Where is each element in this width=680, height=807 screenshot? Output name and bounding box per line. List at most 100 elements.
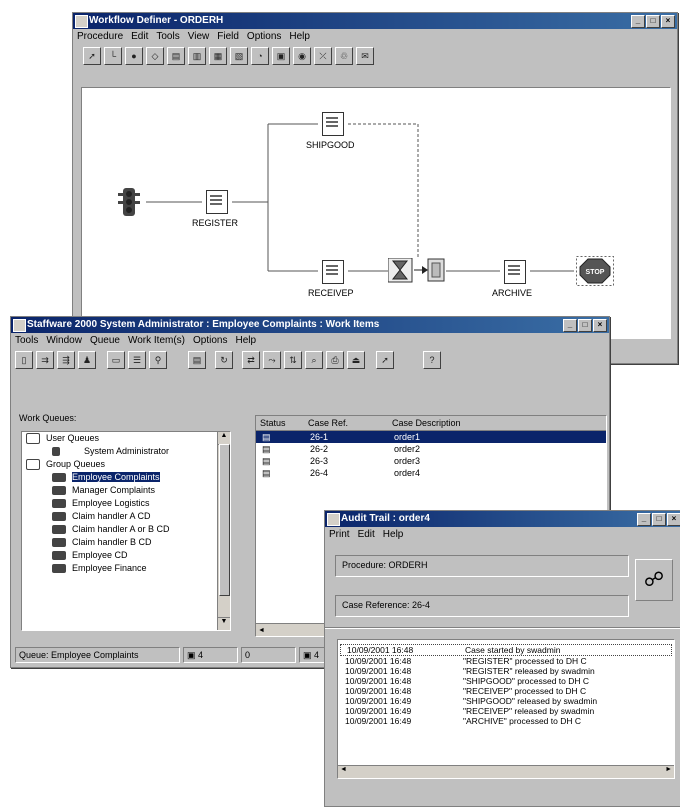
start-traffic-light-icon[interactable]	[118, 188, 140, 216]
audit-title-bar[interactable]: Audit Trail : order4 _ □ ×	[325, 511, 680, 527]
log-row[interactable]: 10/09/2001 16:48 "SHIPGOOD" processed to …	[338, 676, 674, 686]
menu-help[interactable]: Help	[289, 29, 310, 44]
menu-work-items[interactable]: Work Item(s)	[128, 333, 185, 348]
table-row[interactable]: ▤ 26-1 order1	[256, 431, 606, 443]
email-tool-icon[interactable]: ✉	[356, 47, 374, 65]
sort-icon[interactable]: ⇅	[284, 351, 302, 369]
condition-tool-icon[interactable]: ◇	[146, 47, 164, 65]
filter-icon[interactable]: ⚲	[149, 351, 167, 369]
col-case-ref[interactable]: Case Ref.	[308, 416, 392, 430]
wait-hourglass-icon[interactable]	[387, 257, 446, 284]
shipgood-step-icon[interactable]	[322, 112, 344, 136]
menu-tools[interactable]: Tools	[15, 333, 38, 348]
help-icon[interactable]: ?	[423, 351, 441, 369]
table-row[interactable]: ▤ 26-3 order3	[256, 455, 606, 467]
audit-minimize-button[interactable]: _	[637, 513, 651, 526]
tree-group-item[interactable]: Claim handler A CD	[22, 510, 230, 523]
maximize-button[interactable]: □	[646, 15, 660, 28]
stop-tool-icon[interactable]: ◉	[293, 47, 311, 65]
tree-user-queues[interactable]: User Queues	[22, 432, 230, 445]
log-row[interactable]: 10/09/2001 16:48 "REGISTER" processed to …	[338, 656, 674, 666]
col-status[interactable]: Status	[256, 416, 308, 430]
tree-group-queues[interactable]: Group Queues	[22, 458, 230, 471]
tree-group-item[interactable]: Employee CD	[22, 549, 230, 562]
exit-icon[interactable]: ⏏	[347, 351, 365, 369]
start-tool-icon[interactable]: ●	[125, 47, 143, 65]
table-row[interactable]: ▤ 26-2 order2	[256, 443, 606, 455]
audit-maximize-button[interactable]: □	[652, 513, 666, 526]
find-icon[interactable]: ⌕	[305, 351, 323, 369]
link-tool-icon[interactable]: └	[104, 47, 122, 65]
scroll-down-icon[interactable]: ▼	[218, 617, 230, 630]
log-row[interactable]: 10/09/2001 16:48 "REGISTER" released by s…	[338, 666, 674, 676]
scroll-right-icon[interactable]: ►	[665, 766, 672, 773]
menu-edit[interactable]: Edit	[131, 29, 148, 44]
menu-procedure[interactable]: Procedure	[77, 29, 123, 44]
router-tool-icon[interactable]: ⤫	[314, 47, 332, 65]
menu-tools[interactable]: Tools	[156, 29, 179, 44]
move-icon[interactable]: ⇄	[242, 351, 260, 369]
audit-log-list[interactable]: 10/09/2001 16:48 Case started by swadmin …	[337, 639, 675, 779]
release-icon[interactable]: ⇶	[57, 351, 75, 369]
wait-tool-icon[interactable]: ◔	[251, 47, 269, 65]
log-row[interactable]: 10/09/2001 16:48 "RECEIVEP" processed to …	[338, 686, 674, 696]
tree-group-item[interactable]: Employee Logistics	[22, 497, 230, 510]
tree-group-item[interactable]: Claim handler B CD	[22, 536, 230, 549]
eai-tool-icon[interactable]: ♲	[335, 47, 353, 65]
minimize-button[interactable]: _	[631, 15, 645, 28]
print-icon[interactable]: ⎙	[326, 351, 344, 369]
receivep-step-icon[interactable]	[322, 260, 344, 284]
register-step-icon[interactable]	[206, 190, 228, 214]
step-tool-icon[interactable]: ▤	[167, 47, 185, 65]
menu-print[interactable]: Print	[329, 527, 350, 542]
tree-group-item[interactable]: Employee Complaints	[22, 471, 230, 484]
admin-title-bar[interactable]: Staffware 2000 System Administrator : Em…	[11, 317, 609, 333]
archive-step-icon[interactable]	[504, 260, 526, 284]
queue-icon[interactable]: ▤	[188, 351, 206, 369]
tree-scrollbar[interactable]: ▲ ▼	[217, 432, 230, 630]
admin-close-button[interactable]: ×	[593, 319, 607, 332]
form-tool-icon[interactable]: ▥	[188, 47, 206, 65]
tree-system-administrator[interactable]: System Administrator	[22, 445, 230, 458]
menu-field[interactable]: Field	[217, 29, 239, 44]
tree-group-item[interactable]: Manager Complaints	[22, 484, 230, 497]
log-row[interactable]: 10/09/2001 16:49 "ARCHIVE" processed to D…	[338, 716, 674, 726]
workflow-title-bar[interactable]: Workflow Definer - ORDERH _ □ ×	[73, 13, 677, 29]
table-row[interactable]: ▤ 26-4 order4	[256, 467, 606, 479]
menu-window[interactable]: Window	[46, 333, 82, 348]
refresh-icon[interactable]: ↻	[215, 351, 233, 369]
scroll-thumb[interactable]	[219, 444, 230, 596]
scroll-left-icon[interactable]: ◄	[340, 766, 347, 773]
log-hscrollbar[interactable]: ◄ ►	[338, 765, 674, 778]
log-row[interactable]: 10/09/2001 16:49 "RECEIVEP" released by s…	[338, 706, 674, 716]
workflow-canvas[interactable]: REGISTER SHIPGOOD RECEIVEP ARCHIVE STOP	[81, 87, 671, 339]
redirect-icon[interactable]: ⤳	[263, 351, 281, 369]
menu-queue[interactable]: Queue	[90, 333, 120, 348]
menu-help[interactable]: Help	[235, 333, 256, 348]
work-queues-tree[interactable]: User Queues System Administrator Group Q…	[21, 431, 231, 631]
col-case-description[interactable]: Case Description	[392, 416, 606, 430]
open-icon[interactable]: ▯	[15, 351, 33, 369]
menu-help[interactable]: Help	[383, 527, 404, 542]
close-button[interactable]: ×	[661, 15, 675, 28]
script-tool-icon[interactable]: ▦	[209, 47, 227, 65]
list-icon[interactable]: ☰	[128, 351, 146, 369]
admin-maximize-button[interactable]: □	[578, 319, 592, 332]
menu-options[interactable]: Options	[193, 333, 227, 348]
scroll-left-icon[interactable]: ◄	[256, 627, 265, 634]
tree-group-item[interactable]: Claim handler A or B CD	[22, 523, 230, 536]
menu-edit[interactable]: Edit	[358, 527, 375, 542]
menu-view[interactable]: View	[188, 29, 210, 44]
menu-options[interactable]: Options	[247, 29, 281, 44]
log-row[interactable]: 10/09/2001 16:48 Case started by swadmin	[340, 644, 672, 656]
pointer-icon[interactable]: ➚	[376, 351, 394, 369]
subprocedure-tool-icon[interactable]: ▧	[230, 47, 248, 65]
event-tool-icon[interactable]: ▣	[272, 47, 290, 65]
admin-minimize-button[interactable]: _	[563, 319, 577, 332]
monitor-icon[interactable]: ▭	[107, 351, 125, 369]
log-row[interactable]: 10/09/2001 16:49 "SHIPGOOD" released by s…	[338, 696, 674, 706]
audit-close-button[interactable]: ×	[667, 513, 680, 526]
users-icon[interactable]: ♟	[78, 351, 96, 369]
forward-icon[interactable]: ⇉	[36, 351, 54, 369]
stop-sign-icon[interactable]: STOP	[576, 256, 614, 286]
